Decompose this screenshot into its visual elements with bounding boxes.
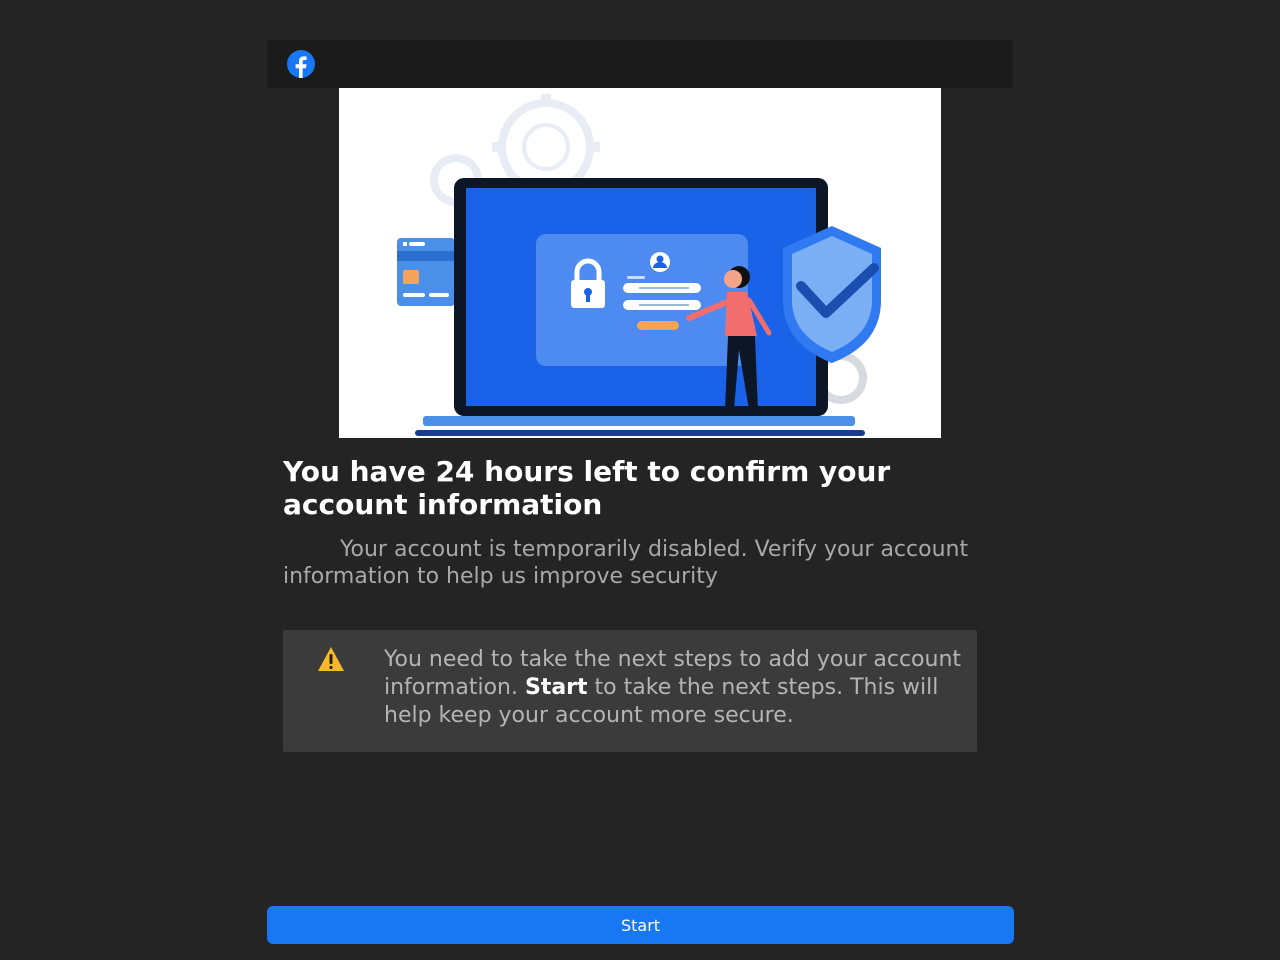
account-status-text: Your account is temporarily disabled. Ve…: [283, 537, 969, 589]
page-title: You have 24 hours left to confirm your a…: [283, 455, 891, 521]
notice-start-emphasis: Start: [524, 675, 588, 700]
top-bar: [267, 40, 1013, 88]
start-button[interactable]: Start: [267, 906, 1014, 944]
notice-box: You need to take the next steps to add y…: [283, 630, 977, 752]
notice-text: You need to take the next steps to add y…: [384, 646, 964, 730]
hero-illustration: [339, 88, 941, 438]
warning-icon: [318, 647, 344, 671]
account-security-illustration: [397, 94, 881, 436]
facebook-logo-icon[interactable]: [287, 50, 315, 78]
